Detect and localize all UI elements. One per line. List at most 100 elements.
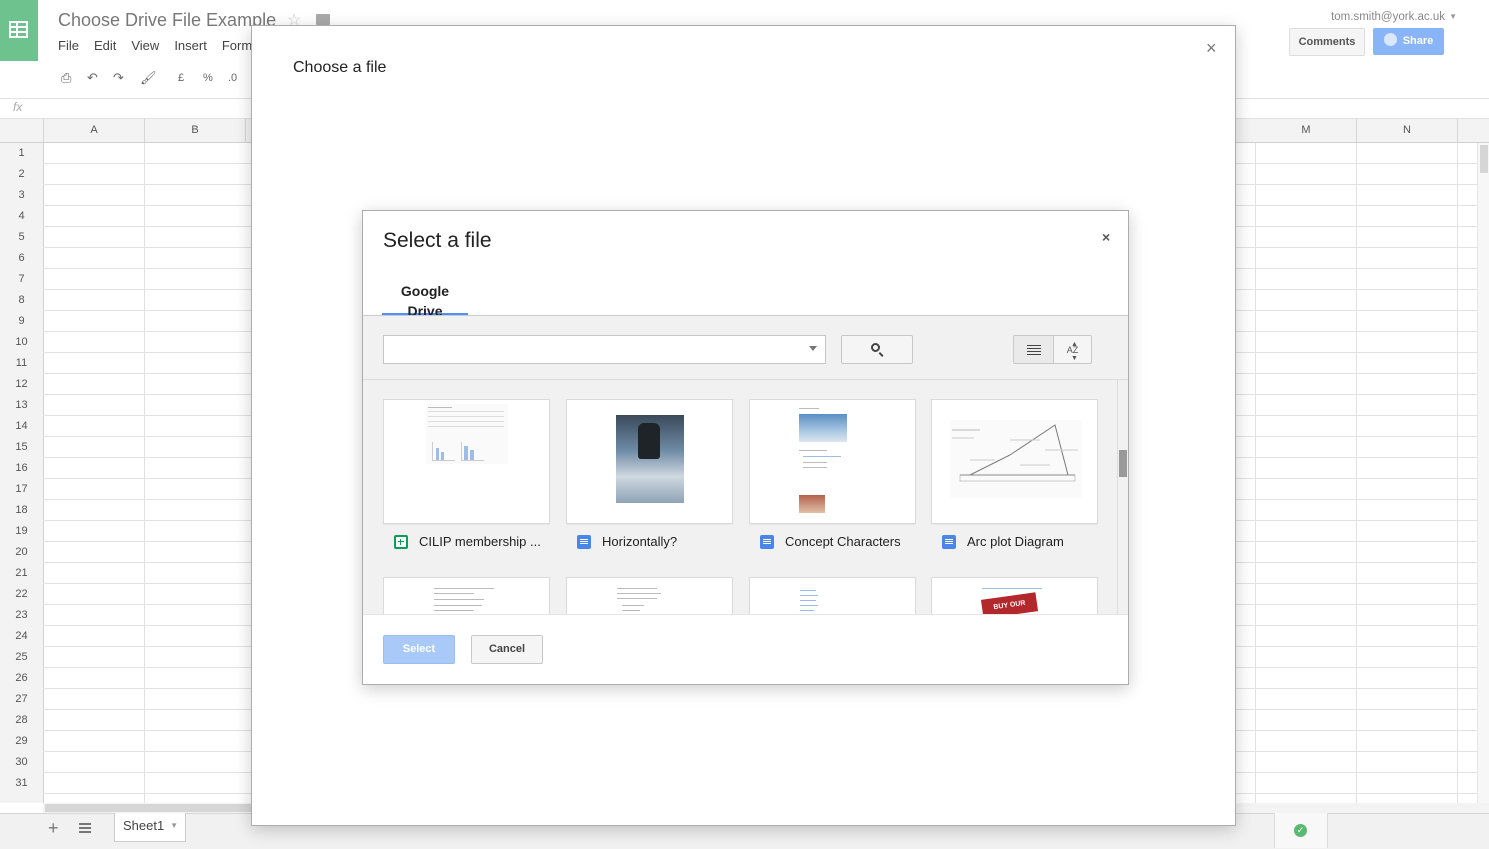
menu-format[interactable]: Form bbox=[222, 38, 252, 53]
search-button[interactable] bbox=[841, 335, 913, 364]
close-icon[interactable]: × bbox=[1206, 38, 1217, 59]
menu-edit[interactable]: Edit bbox=[94, 38, 116, 53]
tab-google-drive[interactable]: Google Drive bbox=[382, 281, 468, 319]
file-thumbnail bbox=[950, 420, 1082, 498]
row-header[interactable]: 21 bbox=[0, 567, 43, 579]
row-header[interactable]: 17 bbox=[0, 483, 43, 495]
row-header[interactable]: 2 bbox=[0, 168, 43, 180]
sort-button[interactable]: ▲ AZ ▼ bbox=[1053, 335, 1092, 364]
row-header[interactable]: 24 bbox=[0, 630, 43, 642]
file-name[interactable]: Concept Characters bbox=[785, 534, 901, 549]
file-card-concept-characters[interactable] bbox=[749, 399, 916, 524]
scroll-thumb[interactable] bbox=[1480, 145, 1488, 173]
row-header[interactable]: 5 bbox=[0, 231, 43, 243]
vertical-scrollbar[interactable] bbox=[1477, 143, 1489, 803]
menu-file[interactable]: File bbox=[58, 38, 79, 53]
file-card-arc-plot-diagram[interactable] bbox=[931, 399, 1098, 524]
row-header[interactable]: 6 bbox=[0, 252, 43, 264]
file-card-horizontally[interactable] bbox=[566, 399, 733, 524]
row-header[interactable]: 9 bbox=[0, 315, 43, 327]
row-header[interactable]: 26 bbox=[0, 672, 43, 684]
file-card[interactable]: BUY OUR PRODUCT bbox=[931, 577, 1098, 614]
undo-icon[interactable]: ↶ bbox=[87, 70, 98, 86]
currency-format[interactable]: £ bbox=[178, 72, 184, 84]
gridline bbox=[1255, 143, 1256, 803]
row-header[interactable]: 12 bbox=[0, 378, 43, 390]
close-icon[interactable]: × bbox=[1102, 229, 1110, 245]
decrease-decimal[interactable]: .0 bbox=[228, 72, 237, 84]
file-name[interactable]: CILIP membership ... bbox=[419, 534, 541, 549]
row-header[interactable]: 20 bbox=[0, 546, 43, 558]
row-header[interactable]: 19 bbox=[0, 525, 43, 537]
row-header[interactable]: 16 bbox=[0, 462, 43, 474]
row-header[interactable]: 28 bbox=[0, 714, 43, 726]
print-icon[interactable]: ⎙ bbox=[61, 70, 71, 86]
redo-icon[interactable]: ↷ bbox=[113, 70, 124, 86]
document-file-icon bbox=[760, 535, 774, 549]
sheet-list-icon[interactable] bbox=[79, 823, 91, 833]
column-header-m[interactable]: M bbox=[1256, 119, 1357, 142]
document-title[interactable]: Choose Drive File Example bbox=[58, 10, 276, 31]
row-header[interactable]: 10 bbox=[0, 336, 43, 348]
picker-title: Select a file bbox=[383, 229, 492, 252]
column-header-n[interactable]: N bbox=[1357, 119, 1458, 142]
menu-bar: File Edit View Insert Form bbox=[58, 38, 267, 53]
row-header[interactable]: 31 bbox=[0, 777, 43, 789]
file-name[interactable]: Horizontally? bbox=[602, 534, 677, 549]
picker-scrollbar[interactable] bbox=[1117, 380, 1128, 614]
row-header[interactable]: 15 bbox=[0, 441, 43, 453]
row-header[interactable]: 1 bbox=[0, 147, 43, 159]
search-input[interactable] bbox=[383, 335, 826, 364]
column-header-a[interactable]: A bbox=[44, 119, 145, 142]
sheet-tab-sheet1[interactable]: Sheet1 ▼ bbox=[114, 813, 186, 842]
file-name[interactable]: Arc plot Diagram bbox=[967, 534, 1064, 549]
gridline bbox=[144, 143, 145, 803]
share-button[interactable]: Share bbox=[1373, 28, 1444, 55]
row-header[interactable]: 22 bbox=[0, 588, 43, 600]
file-card[interactable] bbox=[749, 577, 916, 614]
file-card-cilip[interactable] bbox=[383, 399, 550, 524]
spreadsheet-file-icon bbox=[394, 535, 408, 549]
file-card[interactable] bbox=[383, 577, 550, 614]
scroll-thumb[interactable] bbox=[1119, 450, 1127, 477]
select-all-corner[interactable] bbox=[0, 119, 44, 142]
divider bbox=[363, 379, 1128, 380]
row-header[interactable]: 3 bbox=[0, 189, 43, 201]
file-card[interactable] bbox=[566, 577, 733, 614]
add-sheet-icon[interactable]: + bbox=[48, 818, 59, 839]
chevron-down-icon[interactable]: ▼ bbox=[170, 813, 178, 839]
comments-button[interactable]: Comments bbox=[1289, 28, 1365, 56]
row-header[interactable]: 4 bbox=[0, 210, 43, 222]
search-options-caret-icon[interactable] bbox=[809, 346, 817, 351]
row-header[interactable]: 23 bbox=[0, 609, 43, 621]
row-header[interactable]: 25 bbox=[0, 651, 43, 663]
row-header[interactable]: 18 bbox=[0, 504, 43, 516]
gridline bbox=[1457, 143, 1458, 803]
folder-icon[interactable] bbox=[316, 14, 330, 25]
list-icon bbox=[1027, 345, 1041, 357]
menu-view[interactable]: View bbox=[131, 38, 159, 53]
user-email[interactable]: tom.smith@york.ac.uk bbox=[1331, 11, 1445, 23]
row-header[interactable]: 30 bbox=[0, 756, 43, 768]
row-header[interactable]: 7 bbox=[0, 273, 43, 285]
column-header-b[interactable]: B bbox=[145, 119, 246, 142]
menu-insert[interactable]: Insert bbox=[174, 38, 207, 53]
cancel-button[interactable]: Cancel bbox=[471, 635, 543, 664]
percent-format[interactable]: % bbox=[203, 72, 213, 84]
row-header[interactable]: 29 bbox=[0, 735, 43, 747]
paint-format-icon[interactable]: 🖌 bbox=[140, 70, 157, 86]
scroll-thumb[interactable] bbox=[45, 804, 251, 812]
sheet-tab-label: Sheet1 bbox=[123, 818, 165, 833]
diagram-thumbnail bbox=[952, 424, 1078, 482]
select-button[interactable]: Select bbox=[383, 635, 455, 664]
chevron-down-icon[interactable]: ▼ bbox=[1449, 12, 1457, 21]
sort-up-icon: ▲ bbox=[1071, 341, 1078, 348]
row-header[interactable]: 14 bbox=[0, 420, 43, 432]
row-header[interactable]: 11 bbox=[0, 357, 43, 369]
list-view-button[interactable] bbox=[1013, 335, 1054, 364]
sheets-logo[interactable] bbox=[0, 0, 38, 61]
row-header[interactable]: 8 bbox=[0, 294, 43, 306]
file-thumbnail bbox=[426, 404, 508, 464]
row-header[interactable]: 13 bbox=[0, 399, 43, 411]
row-header[interactable]: 27 bbox=[0, 693, 43, 705]
